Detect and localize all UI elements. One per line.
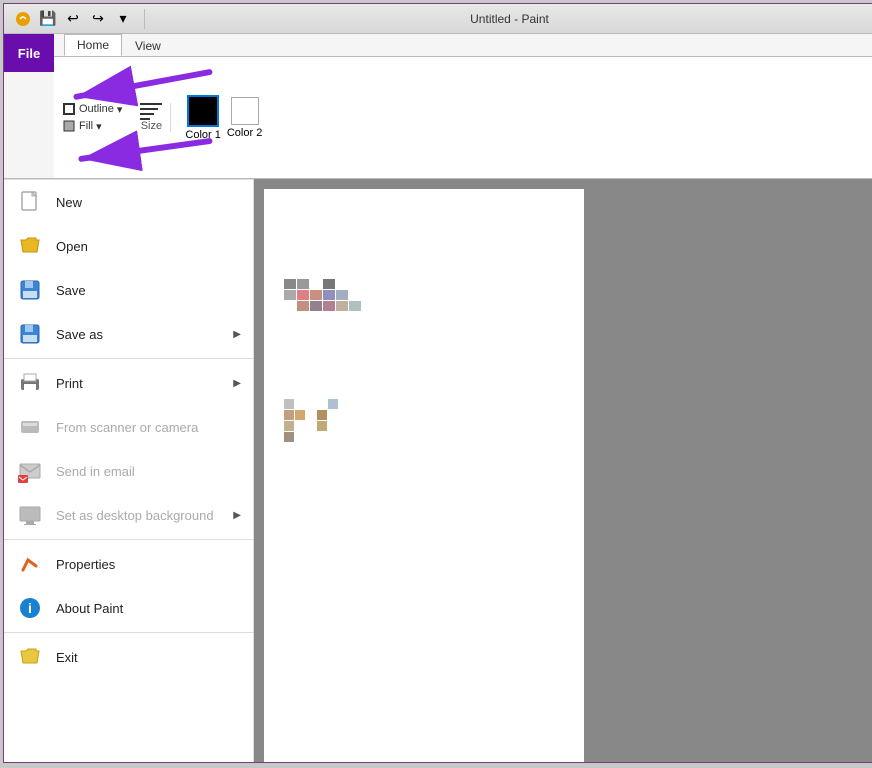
ribbon: File Home View Outline ▾ Fill — [4, 34, 872, 179]
menu-item-new[interactable]: New — [4, 180, 253, 224]
menu-item-about[interactable]: i About Paint — [4, 586, 253, 630]
canvas-area[interactable] — [254, 179, 872, 762]
file-menu-button[interactable]: File — [4, 34, 54, 72]
size-group: Size — [132, 103, 171, 132]
properties-icon — [16, 550, 44, 578]
separator-2 — [4, 539, 253, 540]
svg-text:i: i — [28, 600, 32, 616]
exit-icon — [16, 643, 44, 671]
tab-view[interactable]: View — [122, 35, 174, 56]
save-quick-btn[interactable]: 💾 — [37, 8, 59, 30]
email-icon — [16, 457, 44, 485]
new-icon — [16, 188, 44, 216]
print-icon — [16, 369, 44, 397]
undo-btn[interactable]: ↩ — [62, 8, 84, 30]
color-area: Color 1 Color 2 — [185, 95, 262, 141]
menu-item-save-as[interactable]: Save as ▶ — [4, 312, 253, 356]
desktop-bg-icon — [16, 501, 44, 529]
title-separator — [144, 9, 145, 29]
main-content: New Open Save Save as ▶ — [4, 179, 872, 762]
save-as-arrow: ▶ — [233, 329, 241, 340]
customize-btn[interactable]: ▾ — [112, 8, 134, 30]
separator-1 — [4, 358, 253, 359]
paint-icon — [12, 8, 34, 30]
toolbar-icons: 💾 ↩ ↪ ▾ — [12, 8, 134, 30]
redo-btn[interactable]: ↪ — [87, 8, 109, 30]
desktop-bg-arrow: ▶ — [233, 510, 241, 521]
ribbon-right: Home View Outline ▾ Fill ▾ — [54, 34, 872, 178]
menu-item-print[interactable]: Print ▶ — [4, 361, 253, 405]
ribbon-content: Outline ▾ Fill ▾ — [54, 56, 872, 178]
menu-item-scanner: From scanner or camera — [4, 405, 253, 449]
fill-chevron[interactable]: ▾ — [96, 120, 102, 133]
about-icon: i — [16, 594, 44, 622]
menu-item-open[interactable]: Open — [4, 224, 253, 268]
separator-3 — [4, 632, 253, 633]
scanner-icon — [16, 413, 44, 441]
menu-item-save[interactable]: Save — [4, 268, 253, 312]
menu-item-desktop-bg: Set as desktop background ▶ — [4, 493, 253, 537]
menu-item-email: Send in email — [4, 449, 253, 493]
outline-row[interactable]: Outline ▾ — [62, 102, 122, 116]
tab-home[interactable]: Home — [64, 34, 122, 56]
outline-chevron[interactable]: ▾ — [117, 103, 123, 116]
menu-item-exit[interactable]: Exit — [4, 635, 253, 679]
fill-row[interactable]: Fill ▾ — [62, 119, 122, 133]
main-window: 💾 ↩ ↪ ▾ Untitled - Paint File Home View — [3, 3, 872, 763]
window-title: Untitled - Paint — [155, 12, 864, 26]
outline-fill-section: Outline ▾ Fill ▾ — [62, 102, 122, 133]
size-lines[interactable] — [140, 103, 162, 120]
title-bar: 💾 ↩ ↪ ▾ Untitled - Paint — [4, 4, 872, 34]
ribbon-tabs: Home View — [54, 34, 872, 56]
color2-box[interactable] — [231, 97, 259, 125]
print-arrow: ▶ — [233, 378, 241, 389]
save-as-icon — [16, 320, 44, 348]
canvas[interactable] — [264, 189, 584, 762]
color1-box[interactable] — [187, 95, 219, 127]
save-icon — [16, 276, 44, 304]
open-icon — [16, 232, 44, 260]
menu-item-properties[interactable]: Properties — [4, 542, 253, 586]
file-dropdown: New Open Save Save as ▶ — [4, 179, 254, 762]
